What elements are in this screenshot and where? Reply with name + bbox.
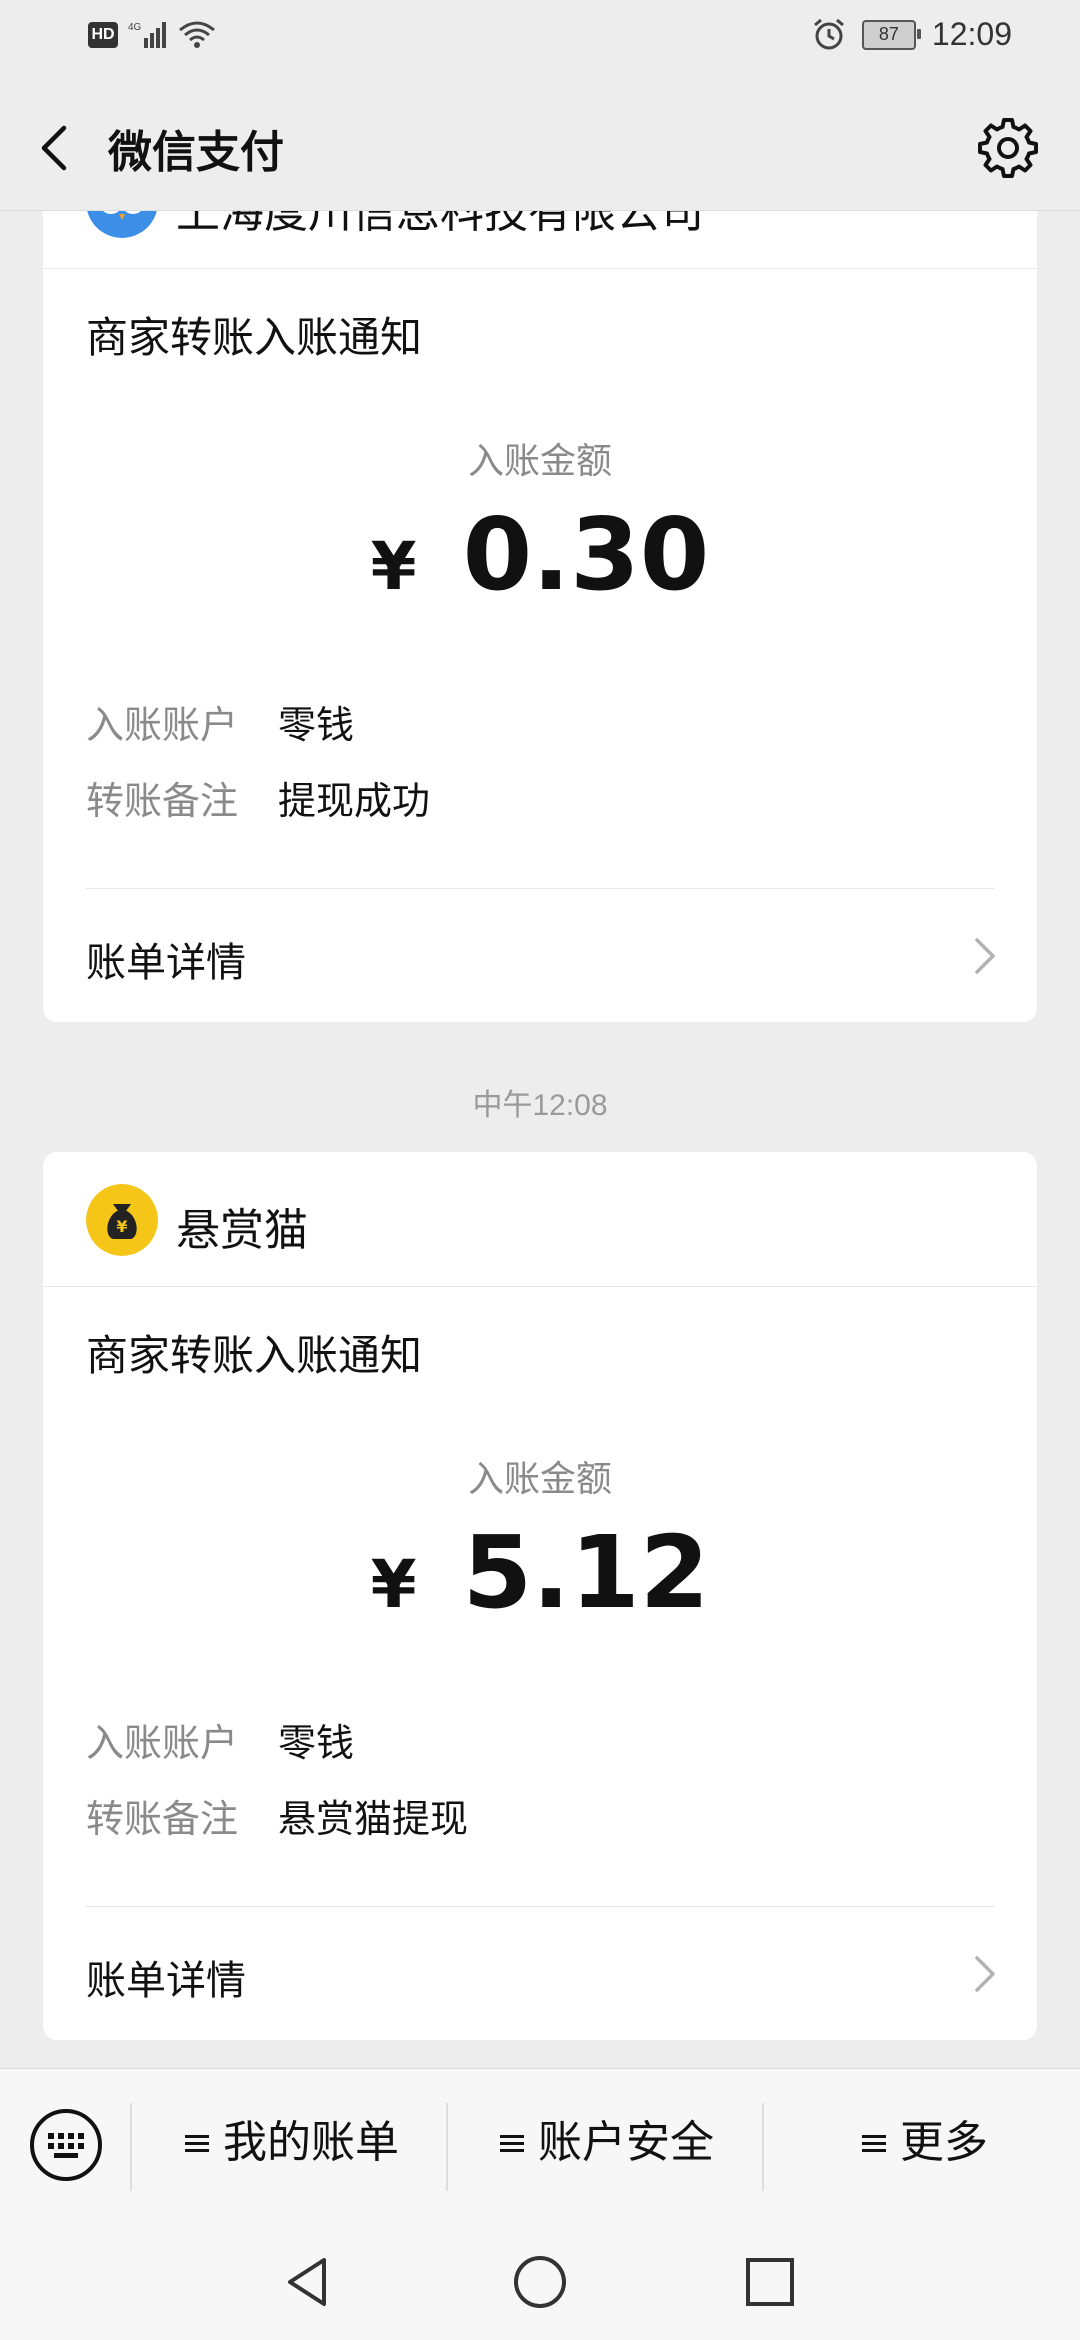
notice-title: 商家转账入账通知 bbox=[86, 313, 423, 362]
bill-detail-label: 账单详情 bbox=[86, 940, 246, 986]
remark-value: 提现成功 bbox=[278, 779, 431, 823]
menu-list-icon bbox=[862, 2135, 886, 2152]
remark-key: 转账备注 bbox=[86, 779, 239, 823]
alarm-icon bbox=[813, 18, 844, 49]
transfer-notice-card[interactable]: 上海度川信息科技有限公司 商家转账入账通知 入账金额 ¥ 0.30 入账账户 零… bbox=[43, 210, 1037, 1022]
menu-separator bbox=[762, 2103, 764, 2191]
remark-row: 转账备注 悬赏猫提现 bbox=[86, 1788, 468, 1843]
card-header[interactable]: ¥ 悬赏猫 bbox=[43, 1152, 1037, 1287]
keyboard-icon[interactable] bbox=[28, 2107, 104, 2183]
chevron-right-icon bbox=[975, 938, 995, 974]
network-label: 4G bbox=[128, 22, 142, 33]
remark-row: 转账备注 提现成功 bbox=[86, 770, 430, 825]
amount-label: 入账金额 bbox=[467, 1459, 612, 1500]
menu-label: 账户安全 bbox=[538, 2117, 714, 2168]
divider bbox=[86, 1906, 994, 1907]
back-icon[interactable] bbox=[30, 118, 80, 178]
account-row: 入账账户 零钱 bbox=[86, 694, 354, 749]
page-title: 微信支付 bbox=[108, 127, 284, 178]
gear-icon[interactable] bbox=[976, 114, 1040, 178]
menu-more[interactable]: 更多 bbox=[860, 2113, 988, 2173]
bill-detail-label: 账单详情 bbox=[86, 1958, 246, 2004]
menu-separator bbox=[446, 2103, 448, 2191]
remark-value: 悬赏猫提现 bbox=[278, 1797, 469, 1841]
money-bag-logo-icon: ¥ bbox=[86, 1184, 158, 1256]
bill-detail-link[interactable]: 账单详情 bbox=[43, 894, 1037, 1014]
status-bar: HD 4G 87 12:09 bbox=[0, 0, 1080, 82]
account-key: 入账账户 bbox=[86, 703, 239, 747]
account-value: 零钱 bbox=[278, 703, 355, 747]
message-list[interactable]: 上海度川信息科技有限公司 商家转账入账通知 入账金额 ¥ 0.30 入账账户 零… bbox=[0, 210, 1080, 2068]
wifi-icon bbox=[179, 21, 215, 48]
nav-back-icon[interactable] bbox=[278, 2252, 338, 2312]
menu-account-security[interactable]: 账户安全 bbox=[498, 2113, 714, 2173]
nav-home-icon[interactable] bbox=[510, 2252, 570, 2312]
amount-label: 入账金额 bbox=[467, 441, 612, 482]
amount-row: ¥ 0.30 bbox=[43, 496, 1037, 613]
bottom-menu-bar: 我的账单 账户安全 更多 bbox=[0, 2068, 1080, 2223]
menu-my-bills[interactable]: 我的账单 bbox=[183, 2113, 399, 2173]
remark-key: 转账备注 bbox=[86, 1797, 239, 1841]
bill-detail-link[interactable]: 账单详情 bbox=[43, 1912, 1037, 2032]
menu-label: 更多 bbox=[900, 2117, 988, 2168]
merchant-name: 上海度川信息科技有限公司 bbox=[176, 210, 704, 238]
system-nav-bar bbox=[0, 2222, 1080, 2340]
signal-icon: 4G bbox=[128, 22, 166, 48]
menu-list-icon bbox=[500, 2135, 524, 2152]
nav-recents-icon[interactable] bbox=[740, 2252, 800, 2312]
hd-badge: HD bbox=[88, 22, 118, 48]
account-key: 入账账户 bbox=[86, 1721, 239, 1765]
currency-symbol: ¥ bbox=[370, 1546, 417, 1623]
amount-row: ¥ 5.12 bbox=[43, 1514, 1037, 1631]
battery-indicator: 87 bbox=[861, 19, 921, 50]
menu-separator bbox=[130, 2103, 132, 2191]
card-header[interactable]: 上海度川信息科技有限公司 bbox=[43, 210, 1037, 269]
notice-title: 商家转账入账通知 bbox=[86, 1331, 423, 1380]
currency-symbol: ¥ bbox=[370, 528, 417, 605]
menu-list-icon bbox=[185, 2135, 209, 2152]
owl-logo-icon bbox=[86, 210, 158, 238]
top-nav-bar: 微信支付 bbox=[0, 82, 1080, 210]
amount-value: 0.30 bbox=[462, 496, 710, 613]
menu-label: 我的账单 bbox=[223, 2117, 399, 2168]
divider bbox=[86, 888, 994, 889]
amount-value: 5.12 bbox=[462, 1514, 710, 1631]
account-row: 入账账户 零钱 bbox=[86, 1712, 354, 1767]
money-bag-yen: ¥ bbox=[116, 1217, 127, 1236]
transfer-notice-card[interactable]: ¥ 悬赏猫 商家转账入账通知 入账金额 ¥ 5.12 入账账户 零钱 转账备注 … bbox=[43, 1152, 1037, 2040]
status-time: 12:09 bbox=[931, 16, 1012, 52]
message-timestamp: 中午12:08 bbox=[472, 1089, 608, 1122]
merchant-name: 悬赏猫 bbox=[176, 1205, 308, 1256]
chevron-right-icon bbox=[975, 1956, 995, 1992]
account-value: 零钱 bbox=[278, 1721, 355, 1765]
